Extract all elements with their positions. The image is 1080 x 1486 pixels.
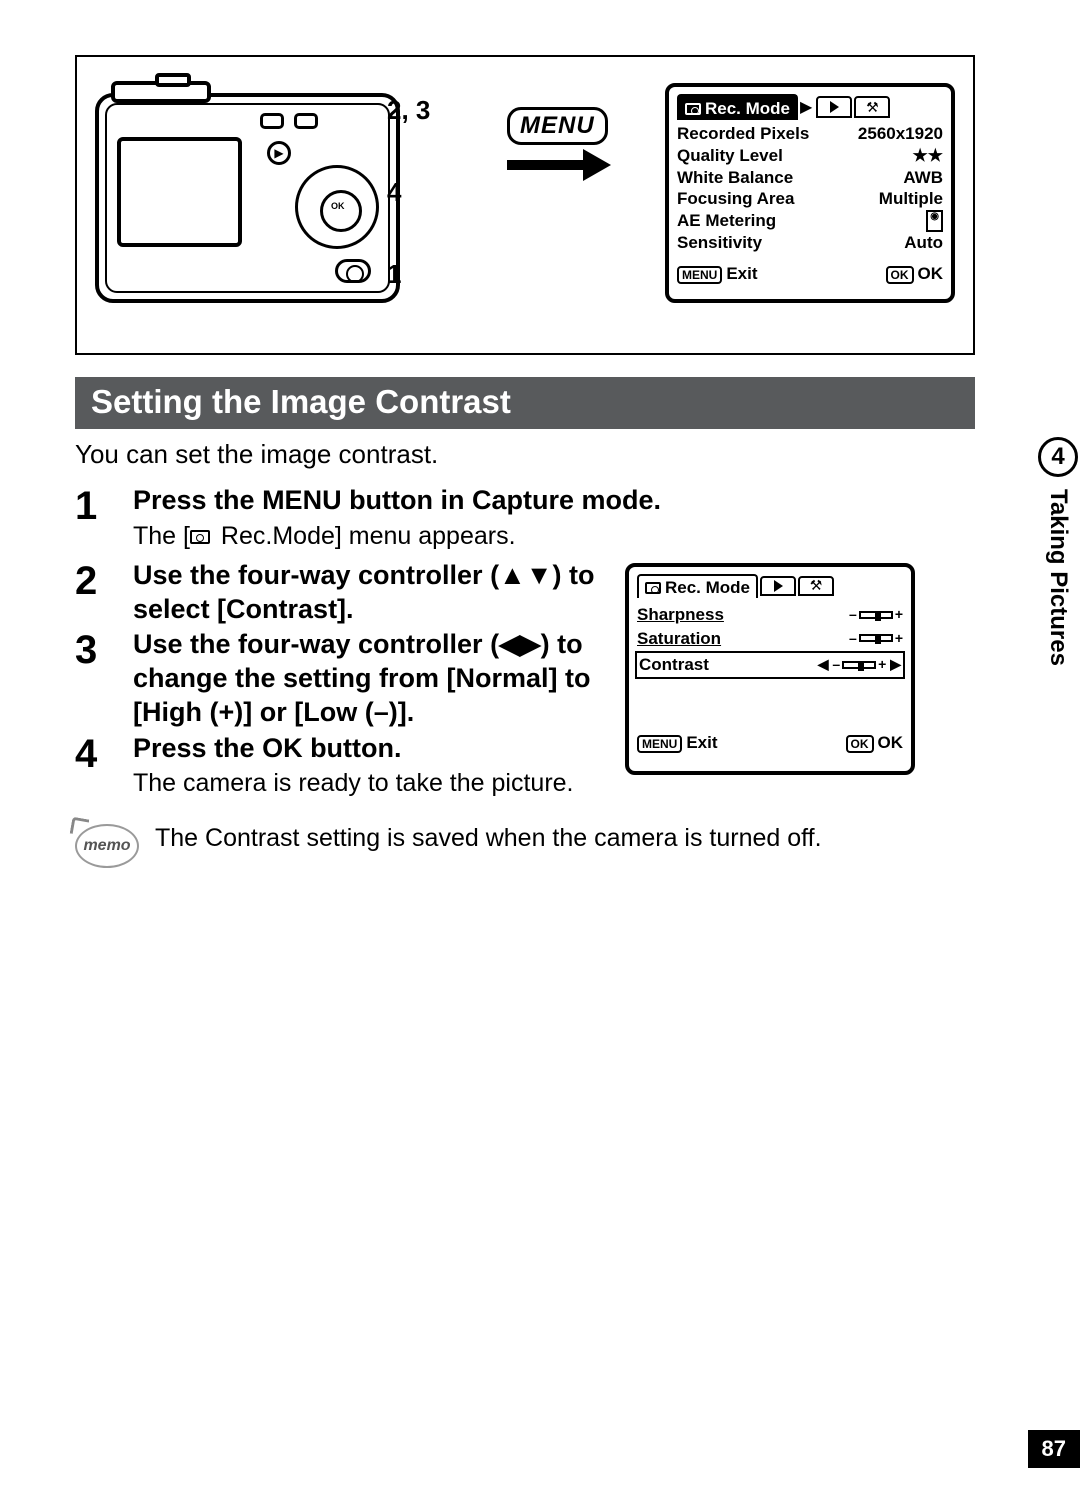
chapter-number: 4 bbox=[1038, 437, 1078, 477]
slider-icon: –+ bbox=[849, 605, 903, 625]
row-value: ★★ bbox=[913, 145, 943, 167]
footer-ok: OK bbox=[918, 264, 944, 283]
lcd-title: Rec. Mode bbox=[705, 99, 790, 119]
camera-icon bbox=[190, 530, 210, 544]
row-label-selected: Contrast bbox=[639, 653, 709, 677]
row-label: Sharpness bbox=[637, 603, 724, 627]
camera-illustration: OK bbox=[95, 93, 400, 303]
camera-icon bbox=[645, 582, 661, 594]
row-label: AE Metering bbox=[677, 210, 776, 232]
callout-4: 4 bbox=[387, 179, 430, 205]
metering-icon bbox=[926, 210, 943, 232]
diagram-callouts: 2, 3 4 1 bbox=[387, 97, 430, 287]
footer-ok: OK bbox=[878, 733, 904, 752]
memo-icon: memo bbox=[75, 824, 139, 868]
row-value: Auto bbox=[904, 232, 943, 254]
lcd-rec-mode-main: Rec. Mode ▶ Recorded Pixels2560x1920 Qua… bbox=[665, 83, 955, 303]
arrow-icon bbox=[507, 155, 617, 175]
row-value: AWB bbox=[903, 167, 943, 189]
row-value: Multiple bbox=[879, 188, 943, 210]
step-heading: Use the four-way controller (▲▼) to sele… bbox=[133, 559, 633, 627]
row-label: Focusing Area bbox=[677, 188, 794, 210]
step-number: 2 bbox=[75, 559, 111, 627]
menu-pill-icon: MENU bbox=[637, 735, 682, 753]
intro-text: You can set the image contrast. bbox=[75, 439, 975, 470]
lcd-rec-mode-contrast: Rec. Mode Sharpness –+ Saturation –+ Con… bbox=[625, 563, 915, 775]
footer-exit: Exit bbox=[726, 264, 757, 283]
row-label: Quality Level bbox=[677, 145, 783, 167]
row-label: White Balance bbox=[677, 167, 793, 189]
playback-tab-icon bbox=[760, 576, 796, 596]
callout-2-3: 2, 3 bbox=[387, 97, 430, 123]
ok-pill-icon: OK bbox=[886, 266, 914, 284]
setup-tab-icon bbox=[854, 96, 890, 118]
step-heading: Use the four-way controller (◀▶) to chan… bbox=[133, 628, 633, 729]
step-number: 1 bbox=[75, 484, 111, 557]
menu-button-label: MENU bbox=[507, 107, 608, 145]
setup-tab-icon bbox=[798, 576, 834, 596]
chapter-title: Taking Pictures bbox=[1044, 489, 1072, 666]
row-label: Sensitivity bbox=[677, 232, 762, 254]
memo-text: The Contrast setting is saved when the c… bbox=[155, 824, 975, 853]
slider-icon: –+ bbox=[849, 629, 903, 649]
row-label: Recorded Pixels bbox=[677, 123, 809, 145]
ok-pill-icon: OK bbox=[846, 735, 874, 753]
diagram-frame: OK 2, 3 4 1 MENU Rec. Mode ▶ Recorded Pi… bbox=[75, 55, 975, 355]
page-number: 87 bbox=[1028, 1430, 1080, 1468]
menu-pill-icon: MENU bbox=[677, 266, 722, 284]
side-tab: 4 Taking Pictures bbox=[1038, 437, 1080, 767]
step-heading: Press the MENU button in Capture mode. bbox=[133, 484, 895, 518]
callout-1: 1 bbox=[387, 261, 430, 287]
step-subtext: The [ Rec.Mode] menu appears. bbox=[133, 522, 895, 551]
slider-icon: ◀ –+ ▶ bbox=[818, 655, 901, 675]
playback-tab-icon bbox=[816, 96, 852, 118]
row-label: Saturation bbox=[637, 627, 721, 651]
row-value: 2560x1920 bbox=[858, 123, 943, 145]
step-number: 4 bbox=[75, 732, 111, 805]
lcd-title: Rec. Mode bbox=[665, 578, 750, 597]
section-heading: Setting the Image Contrast bbox=[75, 377, 975, 429]
camera-icon bbox=[685, 103, 701, 115]
step-number: 3 bbox=[75, 628, 111, 729]
footer-exit: Exit bbox=[686, 733, 717, 752]
